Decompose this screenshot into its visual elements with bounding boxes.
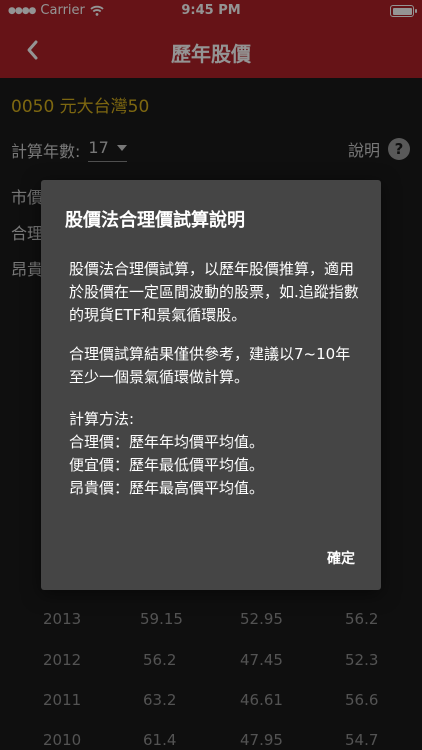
- dialog-paragraph-2: 合理價試算結果僅供參考，建議以7~10年至少一個景氣循環做計算。: [69, 345, 351, 386]
- dialog-method-line: 合理價：歷年年均價平均值。: [69, 433, 265, 451]
- dialog-method-title: 計算方法:: [69, 410, 135, 428]
- confirm-button[interactable]: 確定: [327, 548, 355, 568]
- dialog-paragraph-1: 股價法合理價試算，以歷年股價推算，適用於股價在一定區間波動的股票，如.追蹤指數的…: [69, 260, 359, 324]
- help-dialog: 股價法合理價試算說明 股價法合理價試算，以歷年股價推算，適用於股價在一定區間波動…: [41, 180, 381, 590]
- dialog-title: 股價法合理價試算說明: [65, 210, 245, 231]
- dialog-method-line: 便宜價：歷年最低價平均值。: [69, 456, 265, 474]
- dialog-method-line: 昂貴價：歷年最高價平均值。: [69, 479, 265, 497]
